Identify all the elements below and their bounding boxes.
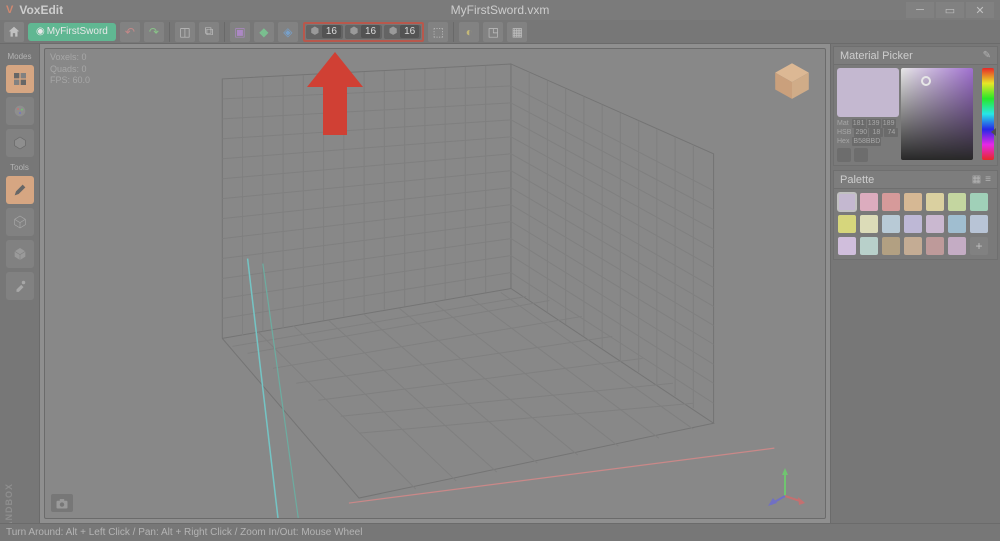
tool-pencil-button[interactable]: [6, 176, 34, 204]
mat-tool-1[interactable]: [837, 148, 851, 162]
status-hint: Turn Around: Alt + Left Click / Pan: Alt…: [6, 527, 362, 538]
palette-swatch[interactable]: [970, 193, 988, 211]
dimension-group-highlight: ⬢ 16 ⬢ 16 ⬢ 16: [303, 22, 424, 42]
dimension-x[interactable]: ⬢ 16: [306, 25, 343, 39]
tool-button-2[interactable]: ⧉: [199, 22, 219, 42]
cube-y-icon: ⬢: [347, 25, 361, 39]
mat-tool-2[interactable]: [854, 148, 868, 162]
material-picker-panel: Material Picker ✎ Mat 181139189 HSB 2901…: [833, 46, 998, 166]
mode-face-button[interactable]: [6, 129, 34, 157]
orientation-cube-icon[interactable]: [771, 59, 813, 101]
home-button[interactable]: [4, 22, 24, 42]
palette-swatch[interactable]: [904, 237, 922, 255]
sv-cursor-icon: [921, 76, 931, 86]
palette-swatch[interactable]: [838, 193, 856, 211]
project-name-button[interactable]: ◉ MyFirstSword: [28, 23, 116, 41]
window-close-button[interactable]: ✕: [966, 2, 994, 18]
cube-icon: ◉: [36, 26, 45, 37]
palette-swatch[interactable]: [860, 193, 878, 211]
material-values: Mat 181139189 HSB 2901874 Hex B58BBD: [837, 119, 899, 146]
hue-cursor-icon: [991, 128, 996, 136]
palette-title: Palette: [840, 174, 874, 186]
fps-value: FPS: 60.0: [50, 75, 90, 87]
palette-swatch[interactable]: [904, 193, 922, 211]
palette-swatch[interactable]: [926, 215, 944, 233]
palette-swatch[interactable]: [948, 237, 966, 255]
top-toolbar: ◉ MyFirstSword ↶ ↷ ◫ ⧉ ▣ ◆ ◈ ⬢ 16 ⬢ 16 ⬢…: [0, 20, 1000, 44]
cube-x-icon: ⬢: [308, 25, 322, 39]
tool-button-6[interactable]: ⬚: [428, 22, 448, 42]
tool-button-9[interactable]: ▦: [507, 22, 527, 42]
tool-button-7[interactable]: ◐: [459, 22, 479, 42]
screenshot-button[interactable]: [51, 494, 73, 512]
tool-solid-button[interactable]: [6, 240, 34, 268]
palette-swatch[interactable]: [926, 237, 944, 255]
mode-voxel-button[interactable]: [6, 65, 34, 93]
cube-z-icon: ⬢: [386, 25, 400, 39]
color-saturation-value-picker[interactable]: [901, 68, 973, 160]
tool-button-5[interactable]: ◈: [278, 22, 298, 42]
viewport-3d[interactable]: Voxels: 0 Quads: 0 FPS: 60.0: [44, 48, 826, 519]
dim-y-value[interactable]: 16: [361, 25, 380, 38]
axis-gizmo-icon[interactable]: [765, 466, 805, 506]
palette-swatch[interactable]: [926, 193, 944, 211]
hue-slider[interactable]: [982, 68, 994, 160]
palette-swatch[interactable]: [948, 193, 966, 211]
palette-add-button[interactable]: +: [970, 237, 988, 255]
tool-button-3[interactable]: ▣: [230, 22, 250, 42]
palette-swatch[interactable]: [904, 215, 922, 233]
redo-button[interactable]: ↷: [144, 22, 164, 42]
tool-picker-button[interactable]: [6, 272, 34, 300]
palette-swatch[interactable]: [970, 215, 988, 233]
app-logo-icon: V: [6, 4, 13, 16]
title-bar: V VoxEdit MyFirstSword.vxm ─ ▭ ✕: [0, 0, 1000, 20]
palette-swatch[interactable]: [860, 237, 878, 255]
tool-button-4[interactable]: ◆: [254, 22, 274, 42]
right-panel-area: Material Picker ✎ Mat 181139189 HSB 2901…: [830, 44, 1000, 523]
palette-menu-icon[interactable]: ≡: [985, 174, 991, 185]
palette-grid-icon[interactable]: ▦: [972, 174, 981, 185]
project-label: MyFirstSword: [47, 26, 108, 37]
palette-swatch[interactable]: [838, 237, 856, 255]
dim-x-value[interactable]: 16: [322, 25, 341, 38]
undo-button[interactable]: ↶: [120, 22, 140, 42]
palette-swatch[interactable]: [838, 215, 856, 233]
tool-button-1[interactable]: ◫: [175, 22, 195, 42]
quads-count: Quads: 0: [50, 64, 90, 76]
material-picker-title: Material Picker: [840, 50, 913, 62]
tools-label: Tools: [10, 163, 29, 172]
left-tool-column: Modes Tools: [0, 44, 40, 523]
dimension-z[interactable]: ⬢ 16: [384, 25, 421, 39]
window-minimize-button[interactable]: ─: [906, 2, 934, 18]
palette-swatches: +: [834, 189, 997, 259]
dim-z-value[interactable]: 16: [400, 25, 419, 38]
window-maximize-button[interactable]: ▭: [936, 2, 964, 18]
current-color-swatch[interactable]: [837, 68, 899, 117]
file-name: MyFirstSword.vxm: [451, 3, 550, 17]
palette-swatch[interactable]: [882, 215, 900, 233]
palette-swatch[interactable]: [860, 215, 878, 233]
palette-swatch[interactable]: [882, 193, 900, 211]
tool-wireframe-button[interactable]: [6, 208, 34, 236]
voxels-count: Voxels: 0: [50, 52, 90, 64]
viewport-stats: Voxels: 0 Quads: 0 FPS: 60.0: [50, 52, 90, 87]
modes-label: Modes: [7, 52, 31, 61]
grid-canvas: [45, 49, 825, 518]
mode-paint-button[interactable]: [6, 97, 34, 125]
palette-swatch[interactable]: [882, 237, 900, 255]
status-bar: Turn Around: Alt + Left Click / Pan: Alt…: [0, 523, 1000, 541]
palette-swatch[interactable]: [948, 215, 966, 233]
app-name: VoxEdit: [19, 3, 63, 17]
eyedropper-icon[interactable]: ✎: [983, 50, 991, 61]
palette-panel: Palette ▦ ≡ +: [833, 170, 998, 260]
dimension-y[interactable]: ⬢ 16: [345, 25, 382, 39]
tool-button-8[interactable]: ◳: [483, 22, 503, 42]
